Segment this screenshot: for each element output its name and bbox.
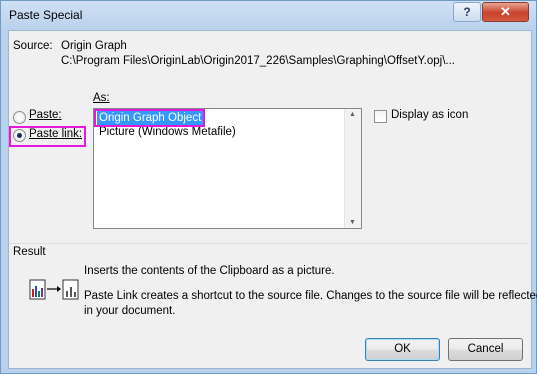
cancel-button[interactable]: Cancel xyxy=(448,338,523,361)
paste-radio-label[interactable]: Paste: xyxy=(29,109,62,121)
listbox-scrollbar[interactable]: ▲ ▼ xyxy=(344,109,361,228)
help-button[interactable]: ? xyxy=(453,2,481,22)
origin-graph-object-highlight xyxy=(94,109,205,127)
as-label: As: xyxy=(93,92,110,104)
dialog-body: Source: Origin Graph C:\Program Files\Or… xyxy=(8,30,537,369)
result-divider xyxy=(9,243,529,244)
display-as-icon-label[interactable]: Display as icon xyxy=(391,109,468,121)
paste-link-result-icon xyxy=(29,279,79,300)
source-path: C:\Program Files\OriginLab\Origin2017_22… xyxy=(61,55,455,67)
title-bar[interactable]: Paste Special ? ✕ xyxy=(1,1,536,31)
display-as-icon-checkbox[interactable] xyxy=(374,110,387,123)
source-label: Source: xyxy=(13,40,53,52)
ok-button[interactable]: OK xyxy=(365,338,440,361)
window-title: Paste Special xyxy=(9,8,83,22)
result-description-2: Paste Link creates a shortcut to the sou… xyxy=(84,290,537,302)
source-name: Origin Graph xyxy=(61,40,127,52)
result-description-1: Inserts the contents of the Clipboard as… xyxy=(84,265,335,277)
help-icon: ? xyxy=(463,5,471,19)
close-icon: ✕ xyxy=(500,4,511,19)
scroll-up-icon[interactable]: ▲ xyxy=(349,111,356,118)
result-description-3: in your document. xyxy=(84,305,176,317)
close-button[interactable]: ✕ xyxy=(482,2,529,22)
paste-special-dialog: Paste Special ? ✕ Source: Origin Graph C… xyxy=(0,0,537,374)
scroll-down-icon[interactable]: ▼ xyxy=(349,219,356,226)
result-label: Result xyxy=(13,246,46,258)
paste-link-radio[interactable] xyxy=(13,129,26,142)
paste-radio[interactable] xyxy=(13,111,26,124)
list-item-picture-metafile[interactable]: Picture (Windows Metafile) xyxy=(97,125,238,139)
paste-link-radio-label[interactable]: Paste link: xyxy=(29,128,82,140)
